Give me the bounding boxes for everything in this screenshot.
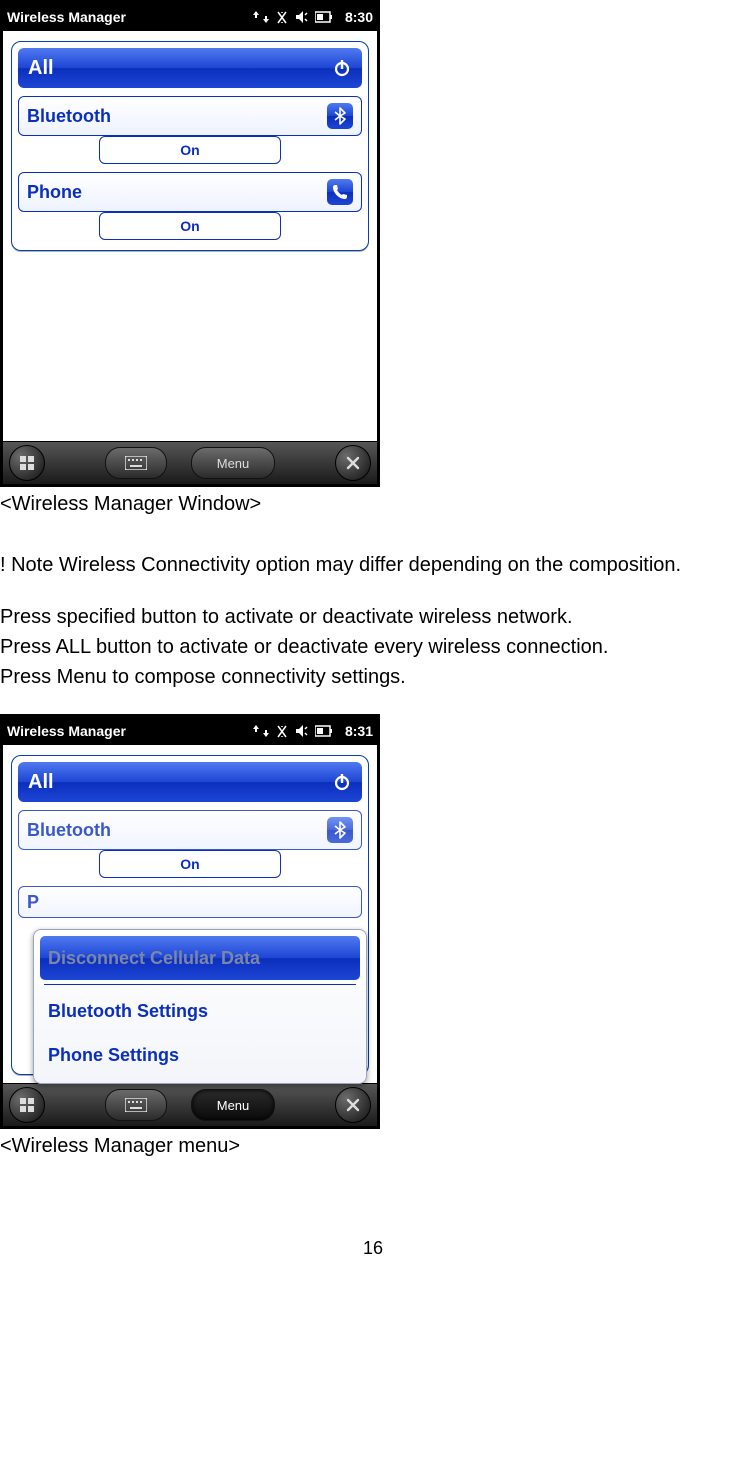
bluetooth-icon [327,817,353,843]
keyboard-button[interactable] [105,447,167,479]
bluetooth-status: On [99,850,281,878]
volume-icon [295,10,309,24]
menu-item-phone-settings[interactable]: Phone Settings [40,1033,360,1077]
wireless-manager-body: All Bluetooth On Phone [3,31,377,441]
status-icons: 8:31 [253,723,373,739]
status-icons: 8:30 [253,9,373,25]
bluetooth-status: On [99,136,281,164]
instruction-2: Press ALL button to activate or deactiva… [0,632,746,662]
phone-toggle-row[interactable]: Phone [18,172,362,212]
menu-button[interactable]: Menu [191,447,275,479]
status-bar: Wireless Manager 8:30 [3,3,377,31]
keyboard-button[interactable] [105,1089,167,1121]
task-bar: Menu [3,1083,377,1126]
signal-icon [275,724,289,738]
power-icon [332,772,352,792]
data-connection-icon [253,724,269,738]
volume-icon [295,724,309,738]
power-icon [332,58,352,78]
instruction-3: Press Menu to compose connectivity setti… [0,662,746,692]
battery-icon [315,11,333,23]
close-button[interactable] [335,1087,371,1123]
phone-status: On [99,212,281,240]
caption-2: <Wireless Manager menu> [0,1135,746,1158]
page-number: 16 [0,1238,746,1259]
app-title: Wireless Manager [7,723,253,739]
bluetooth-icon [327,103,353,129]
all-label: All [28,771,54,794]
all-toggle-row[interactable]: All [18,48,362,88]
battery-icon [315,725,333,737]
menu-button[interactable]: Menu [191,1089,275,1121]
start-button[interactable] [9,1087,45,1123]
wireless-items-panel: All Bluetooth On Phone [11,41,369,251]
menu-popup: Disconnect Cellular Data Bluetooth Setti… [33,929,367,1084]
bluetooth-toggle-row[interactable]: Bluetooth [18,96,362,136]
bluetooth-toggle-row[interactable]: Bluetooth [18,810,362,850]
phone-label: Phone [27,182,82,203]
clock-time: 8:30 [345,9,373,25]
instruction-1: Press specified button to activate or de… [0,602,746,632]
all-label: All [28,57,54,80]
menu-item-bluetooth-settings[interactable]: Bluetooth Settings [40,989,360,1033]
bluetooth-label: Bluetooth [27,820,111,841]
menu-divider [44,984,356,985]
start-button[interactable] [9,445,45,481]
all-toggle-row[interactable]: All [18,762,362,802]
phone-icon [327,179,353,205]
phone-label-partial: P [27,892,49,913]
note-text: ! Note Wireless Connectivity option may … [0,550,746,580]
screenshot-wireless-manager-menu: Wireless Manager 8:31 All [0,714,380,1129]
signal-icon [275,10,289,24]
menu-item-disconnect-cellular[interactable]: Disconnect Cellular Data [40,936,360,980]
phone-toggle-row-partial[interactable]: P [18,886,362,918]
data-connection-icon [253,10,269,24]
task-bar: Menu [3,441,377,484]
status-bar: Wireless Manager 8:31 [3,717,377,745]
screenshot-wireless-manager-window: Wireless Manager 8:30 All [0,0,380,487]
app-title: Wireless Manager [7,9,253,25]
bluetooth-label: Bluetooth [27,106,111,127]
caption-1: <Wireless Manager Window> [0,493,746,516]
clock-time: 8:31 [345,723,373,739]
close-button[interactable] [335,445,371,481]
